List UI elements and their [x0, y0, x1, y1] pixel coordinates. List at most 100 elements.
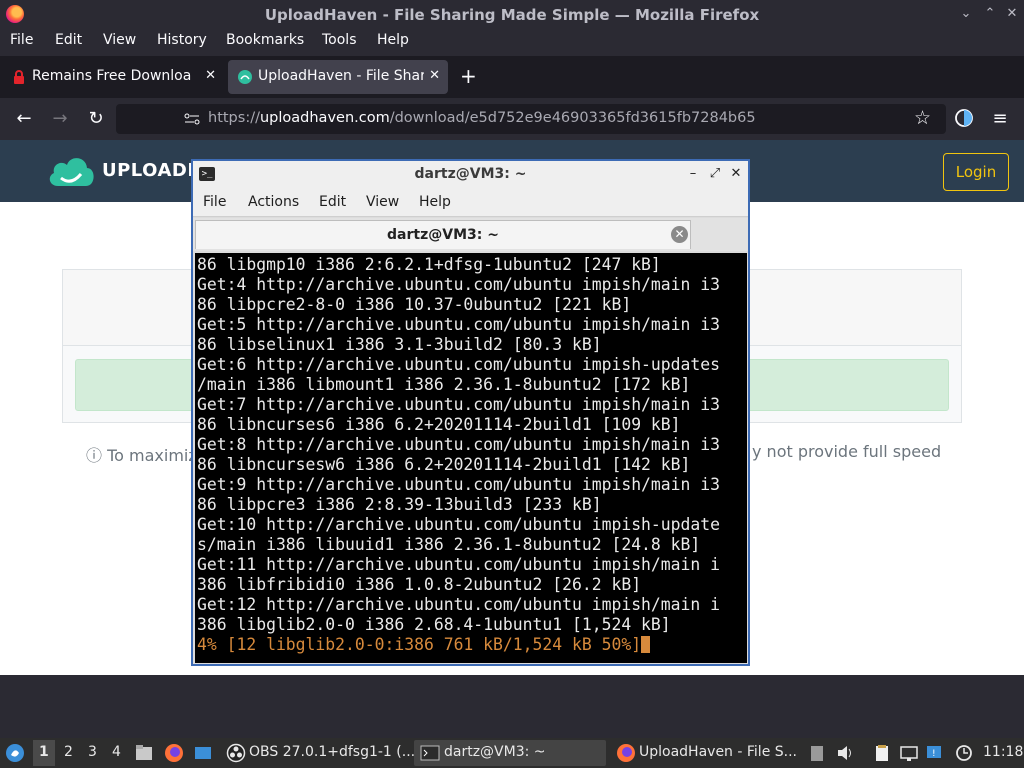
- task-label: UploadHaven - File S...: [639, 744, 797, 760]
- cloud-logo-icon: [49, 158, 94, 186]
- terminal-maximize-icon[interactable]: ⤢: [706, 165, 724, 183]
- tab-remains-free-download[interactable]: Remains Free Download ( ✕: [2, 60, 224, 94]
- terminal-menu-view[interactable]: View: [366, 194, 399, 210]
- tab-close-icon[interactable]: ✕: [205, 68, 216, 83]
- terminal-line: 86 libpcre2-8-0 i386 10.37-0ubuntu2 [221…: [197, 295, 632, 314]
- url-bar[interactable]: https://uploadhaven.com/download/e5d752e…: [116, 104, 946, 134]
- firefox-menubar: File Edit View History Bookmarks Tools H…: [0, 30, 1024, 54]
- speed-notice-left: ⓘ To maximiz: [86, 446, 197, 465]
- app-menu-icon[interactable]: [5, 743, 25, 763]
- taskbar: 1 2 3 4 OBS 27.0.1+dfsg1-1 (... dartz@VM…: [0, 738, 1024, 768]
- terminal-title: dartz@VM3: ~: [414, 166, 527, 182]
- site-logo[interactable]: UPLOADHA: [46, 150, 217, 190]
- terminal-minimize-icon[interactable]: –: [684, 165, 702, 183]
- terminal-lines: 86 libgmp10 i386 2:6.2.1+dfsg-1ubuntu2 […: [197, 255, 747, 655]
- close-icon[interactable]: ✕: [1003, 5, 1021, 23]
- workspace-3[interactable]: 3: [88, 744, 97, 760]
- permissions-icon[interactable]: [184, 113, 200, 125]
- terminal-line: 86 libpcre3 i386 2:8.39-13build3 [233 kB…: [197, 495, 602, 514]
- terminal-close-icon[interactable]: ✕: [727, 165, 745, 183]
- clock: 11:18: [983, 744, 1024, 760]
- terminal-line: Get:10 http://archive.ubuntu.com/ubuntu …: [197, 515, 721, 534]
- update-icon[interactable]: [954, 743, 974, 763]
- terminal-menu-actions[interactable]: Actions: [248, 194, 299, 210]
- firefox-titlebar: UploadHaven - File Sharing Made Simple —…: [0, 0, 1024, 30]
- terminal-tab[interactable]: dartz@VM3: ~ ✕: [195, 220, 691, 249]
- terminal-line: 386 libfribidi0 i386 1.0.8-2ubuntu2 [26.…: [197, 575, 642, 594]
- maximize-icon[interactable]: ⌃: [981, 5, 999, 23]
- tab-strip: Remains Free Download ( ✕ UploadHaven - …: [0, 56, 1024, 98]
- page-footer-area: [0, 675, 1024, 742]
- network-icon[interactable]: [899, 743, 919, 763]
- terminal-tab-close-icon[interactable]: ✕: [671, 226, 688, 243]
- tab-close-icon[interactable]: ✕: [429, 68, 440, 83]
- svg-text:!: !: [932, 749, 936, 759]
- notes-icon[interactable]: [872, 743, 892, 763]
- terminal-line: Get:8 http://archive.ubuntu.com/ubuntu i…: [197, 435, 721, 454]
- terminal-line: 86 libncursesw6 i386 6.2+20201114-2build…: [197, 455, 691, 474]
- clipboard-icon[interactable]: [807, 743, 827, 763]
- tab-label: Remains Free Download (: [32, 68, 192, 84]
- workspace-4[interactable]: 4: [112, 744, 121, 760]
- hamburger-menu-icon[interactable]: ≡: [989, 108, 1011, 130]
- reload-icon[interactable]: ↻: [85, 108, 107, 130]
- terminal-tabbar: dartz@VM3: ~ ✕: [193, 218, 748, 251]
- forward-icon[interactable]: →: [49, 108, 71, 130]
- terminal-line: Get:5 http://archive.ubuntu.com/ubuntu i…: [197, 315, 721, 334]
- task-label: dartz@VM3: ~: [444, 744, 546, 760]
- terminal-line: 86 libgmp10 i386 2:6.2.1+dfsg-1ubuntu2 […: [197, 255, 661, 274]
- terminal-line: Get:4 http://archive.ubuntu.com/ubuntu i…: [197, 275, 721, 294]
- menu-edit[interactable]: Edit: [55, 32, 82, 48]
- terminal-titlebar[interactable]: >_ dartz@VM3: ~ – ⤢ ✕: [193, 161, 748, 189]
- task-terminal[interactable]: dartz@VM3: ~: [414, 740, 606, 766]
- login-button[interactable]: Login: [943, 153, 1009, 191]
- back-icon[interactable]: ←: [13, 108, 35, 130]
- terminal-output[interactable]: 86 libgmp10 i386 2:6.2.1+dfsg-1ubuntu2 […: [195, 253, 747, 663]
- url-text[interactable]: https://uploadhaven.com/download/e5d752e…: [208, 110, 756, 126]
- firefox-launcher-icon[interactable]: [164, 743, 184, 763]
- task-label: OBS 27.0.1+dfsg1-1 (...: [249, 744, 416, 760]
- terminal-menubar: File Actions Edit View Help: [193, 189, 748, 217]
- navigation-bar: ← → ↻ https://uploadhaven.com/download/e…: [0, 98, 1024, 140]
- workspace-2[interactable]: 2: [64, 744, 73, 760]
- menu-help[interactable]: Help: [377, 32, 409, 48]
- terminal-line: Get:12 http://archive.ubuntu.com/ubuntu …: [197, 595, 721, 614]
- firefox-icon: [617, 744, 635, 762]
- firefox-window-title: UploadHaven - File Sharing Made Simple —…: [264, 6, 760, 24]
- terminal-menu-help[interactable]: Help: [419, 194, 451, 210]
- minimize-icon[interactable]: ⌄: [957, 5, 975, 23]
- speed-notice-right: y not provide full speed: [752, 442, 942, 461]
- terminal-line: Get:11 http://archive.ubuntu.com/ubuntu …: [197, 555, 721, 574]
- terminal-progress-line: 4% [12 libglib2.0-0:i386 761 kB/1,524 kB…: [197, 635, 747, 655]
- menu-bookmarks[interactable]: Bookmarks: [226, 32, 304, 48]
- uploadhaven-favicon-icon: [238, 70, 252, 84]
- file-manager-icon[interactable]: [134, 743, 154, 763]
- task-obs[interactable]: OBS 27.0.1+dfsg1-1 (...: [222, 740, 415, 766]
- terminal-line: Get:6 http://archive.ubuntu.com/ubuntu i…: [197, 355, 721, 374]
- menu-view[interactable]: View: [103, 32, 136, 48]
- notification-icon[interactable]: !: [925, 743, 945, 763]
- terminal-window[interactable]: >_ dartz@VM3: ~ – ⤢ ✕ File Actions Edit …: [191, 159, 750, 666]
- bookmark-star-icon[interactable]: ☆: [914, 107, 931, 129]
- menu-history[interactable]: History: [157, 32, 207, 48]
- new-tab-icon[interactable]: +: [460, 64, 477, 88]
- tab-uploadhaven[interactable]: UploadHaven - File Sharin ✕: [228, 60, 448, 94]
- task-firefox[interactable]: UploadHaven - File S...: [612, 740, 802, 766]
- menu-tools[interactable]: Tools: [322, 32, 357, 48]
- terminal-line: Get:7 http://archive.ubuntu.com/ubuntu i…: [197, 395, 721, 414]
- terminal-line: /main i386 libmount1 i386 2.36.1-8ubuntu…: [197, 375, 691, 394]
- workspace-1[interactable]: 1: [39, 744, 49, 760]
- terminal-tab-label: dartz@VM3: ~: [387, 227, 499, 243]
- terminal-icon: [420, 745, 440, 761]
- terminal-cursor: [641, 636, 651, 653]
- volume-icon[interactable]: [835, 743, 855, 763]
- extension-icon[interactable]: [954, 108, 974, 128]
- terminal-line: Get:9 http://archive.ubuntu.com/ubuntu i…: [197, 475, 721, 494]
- window-launcher-icon[interactable]: [193, 743, 213, 763]
- terminal-line: 86 libncurses6 i386 6.2+20201114-2build1…: [197, 415, 681, 434]
- terminal-menu-file[interactable]: File: [203, 194, 226, 210]
- terminal-line: 86 libselinux1 i386 3.1-3build2 [80.3 kB…: [197, 335, 602, 354]
- terminal-line: s/main i386 libuuid1 i386 2.36.1-8ubuntu…: [197, 535, 701, 554]
- terminal-menu-edit[interactable]: Edit: [319, 194, 346, 210]
- menu-file[interactable]: File: [10, 32, 33, 48]
